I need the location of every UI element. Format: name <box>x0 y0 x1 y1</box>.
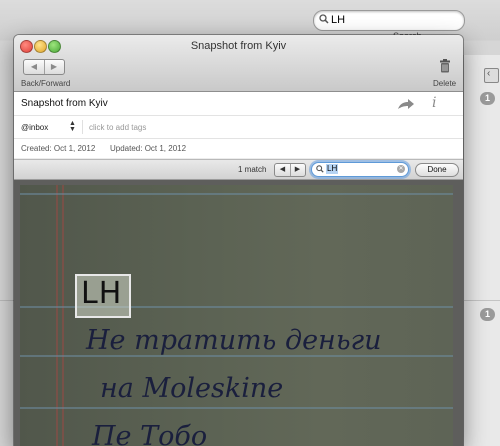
back-forward-label: Back/Forward <box>21 79 71 88</box>
done-button[interactable]: Done <box>415 163 459 177</box>
ruled-line <box>20 193 453 195</box>
clear-icon[interactable]: ✕ <box>397 165 405 173</box>
find-navigation: ◀ ▶ <box>274 163 306 177</box>
back-button[interactable]: ◀ <box>24 60 45 74</box>
search-icon <box>316 165 324 173</box>
background-count-badge: 1 <box>480 92 495 105</box>
ruled-line <box>20 407 453 409</box>
notebook-select[interactable]: @inbox <box>21 123 48 132</box>
match-count: 1 match <box>238 165 267 174</box>
header-divider <box>14 138 463 139</box>
handwritten-line: Пе Тобо <box>92 421 208 446</box>
previous-match-button[interactable]: ◀ <box>275 164 291 176</box>
tag-separator <box>82 120 83 134</box>
window-title: Snapshot from Kyiv <box>190 40 287 52</box>
background-view-toggle[interactable]: ‹ <box>484 68 499 83</box>
share-icon[interactable] <box>397 98 415 110</box>
chevron-updown-icon[interactable]: ▲ ▼ <box>69 120 76 133</box>
note-window: Snapshot from Kyiv ◀ ▶ Back/Forward Dele… <box>14 35 463 446</box>
info-icon[interactable]: i <box>432 95 436 111</box>
created-date: Created: Oct 1, 2012 <box>21 144 96 153</box>
note-title[interactable]: Snapshot from Kyiv <box>21 98 108 109</box>
background-list-divider <box>0 300 15 301</box>
background-note-list <box>463 55 500 446</box>
handwritten-line: Не тратить деньги <box>86 325 382 356</box>
find-input[interactable]: LH ✕ <box>311 162 409 177</box>
find-query: LH <box>326 164 339 174</box>
trash-icon[interactable] <box>439 59 451 73</box>
note-photo: LH Не тратить деньги на Moleskine Пе Тоб… <box>20 185 453 446</box>
delete-label: Delete <box>433 79 457 88</box>
background-search-value: LH <box>331 14 346 26</box>
background-search-field[interactable]: LH <box>313 10 465 31</box>
search-icon <box>319 14 329 24</box>
search-match-highlight: LH <box>75 274 131 318</box>
back-forward-control: ◀ ▶ <box>23 59 65 75</box>
background-count-badge: 1 <box>480 308 495 321</box>
header-divider <box>14 115 463 116</box>
window-titlebar: Snapshot from Kyiv ◀ ▶ Back/Forward Dele… <box>14 35 463 92</box>
highlighted-text: LH <box>81 276 123 311</box>
next-match-button[interactable]: ▶ <box>290 164 305 176</box>
handwritten-line: на Moleskine <box>100 373 284 404</box>
find-bar: 1 match ◀ ▶ LH ✕ Done <box>14 159 463 180</box>
forward-button[interactable]: ▶ <box>44 60 64 74</box>
note-header: Snapshot from Kyiv i @inbox ▲ ▼ click to … <box>14 92 463 158</box>
updated-date: Updated: Oct 1, 2012 <box>110 144 187 153</box>
tags-input[interactable]: click to add tags <box>89 123 146 132</box>
background-list-divider <box>463 300 500 301</box>
note-content-area: LH Не тратить деньги на Moleskine Пе Тоб… <box>14 180 463 446</box>
